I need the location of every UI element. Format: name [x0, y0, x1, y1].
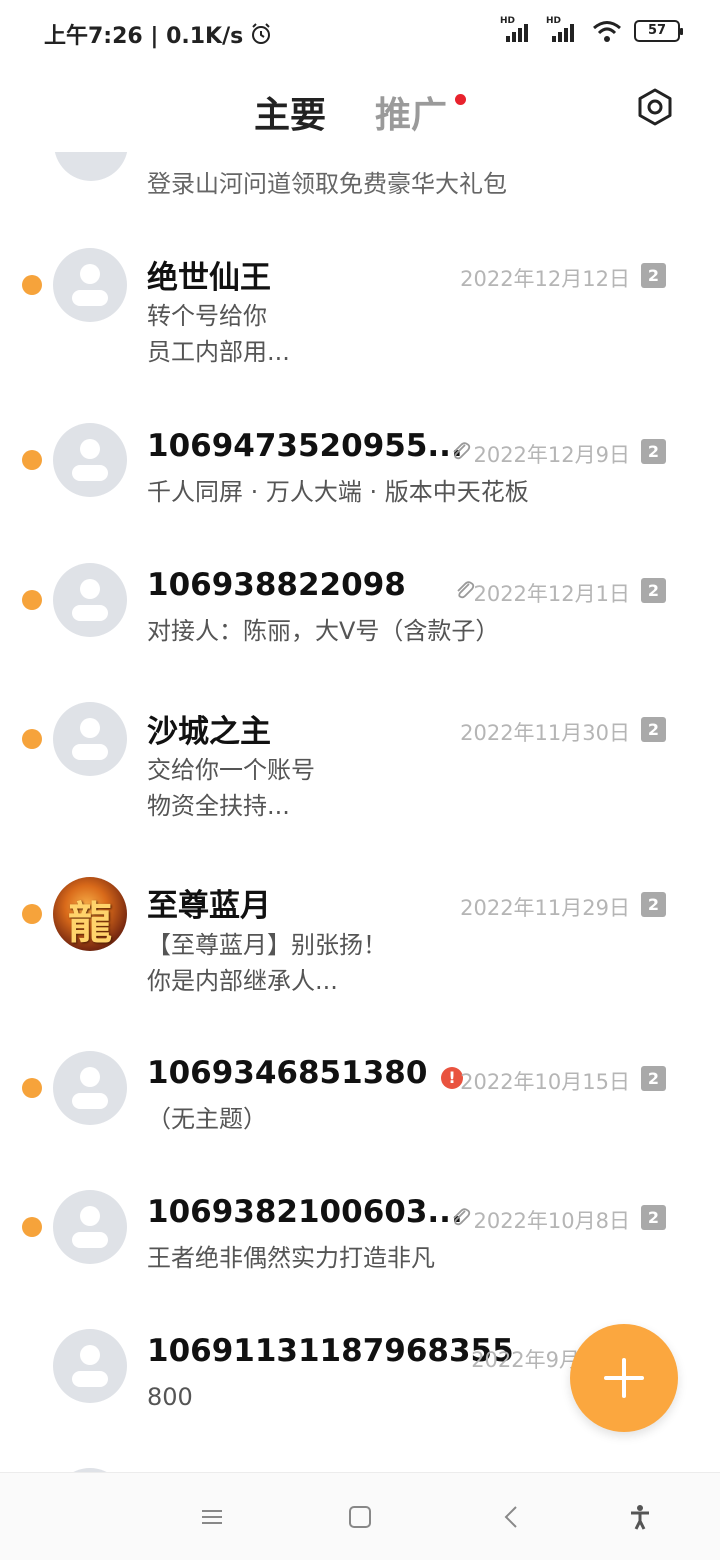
avatar — [53, 702, 127, 776]
sender-name: 10691131187968355 — [147, 1333, 514, 1369]
signal-icon: HD — [500, 16, 534, 44]
unread-dot — [22, 450, 42, 470]
message-preview: 转个号给你 — [147, 302, 267, 330]
message-preview: 交给你一个账号 — [147, 756, 315, 784]
message-preview: 员工内部用... — [147, 338, 290, 366]
alarm-icon — [252, 23, 271, 44]
home-icon[interactable] — [346, 1503, 374, 1531]
wifi-icon — [593, 21, 621, 42]
avatar — [53, 1329, 127, 1403]
menu-icon[interactable] — [198, 1503, 226, 1531]
sim-card-icon: 2 — [641, 578, 666, 603]
list-item[interactable]: 1069346851380 ! 2022年10月15日 2 （无主题） — [0, 1040, 720, 1178]
message-list[interactable]: 登录山河问道领取免费豪华大礼包 绝世仙王 2022年12月12日 2 转个号给你… — [0, 152, 720, 1472]
battery-icon: 57 — [634, 20, 683, 42]
list-item[interactable]: 沙城之主 2022年11月30日 2 交给你一个账号 物资全扶持... — [0, 692, 720, 864]
avatar — [53, 1190, 127, 1264]
tab-main[interactable]: 主要 — [254, 86, 326, 138]
message-preview: 【至尊蓝月】别张扬！ — [147, 931, 387, 959]
sender-name: 沙城之主 — [147, 714, 271, 750]
list-item[interactable]: 1069382100603... 2022年10月8日 2 王者绝非偶然实力打造… — [0, 1179, 720, 1317]
message-date: 2022年9月 — [471, 1348, 580, 1372]
sim-card-icon: 2 — [641, 1066, 666, 1091]
signal-icon: HD — [546, 16, 580, 44]
status-bar: 上午7:26 | 0.1K/s HD HD 57 — [0, 0, 720, 66]
message-date: 2022年10月8日 — [473, 1209, 630, 1233]
unread-dot — [22, 904, 42, 924]
sim-card-icon: 2 — [641, 1205, 666, 1230]
avatar — [53, 1051, 127, 1125]
unread-dot — [22, 275, 42, 295]
message-preview: 王者绝非偶然实力打造非凡 — [147, 1244, 435, 1272]
dragon-glyph: 龍 — [68, 898, 112, 949]
list-item[interactable]: 登录山河问道领取免费豪华大礼包 — [0, 152, 720, 198]
avatar — [54, 152, 128, 181]
sender-name: 1069473520955... — [147, 428, 463, 464]
sender-name: 1069382100603... — [147, 1194, 463, 1230]
status-left: 上午7:26 | 0.1K/s — [44, 18, 273, 50]
new-message-button[interactable] — [570, 1324, 678, 1432]
message-preview: 你是内部继承人... — [147, 967, 338, 995]
avatar: 龍 — [53, 877, 127, 951]
message-date: 2022年11月29日 — [460, 896, 630, 920]
sim-card-icon: 2 — [641, 439, 666, 464]
attachment-icon — [453, 442, 471, 460]
attachment-icon — [453, 1208, 471, 1226]
unread-dot — [22, 590, 42, 610]
back-icon[interactable] — [498, 1503, 526, 1531]
unread-dot — [22, 1078, 42, 1098]
status-right: HD HD 57 — [500, 16, 683, 44]
tab-promo[interactable]: 推广 — [375, 86, 447, 138]
message-date: 2022年12月12日 — [460, 267, 630, 291]
sender-name: 106938822098 — [147, 567, 406, 603]
list-item[interactable]: 106938822098 2022年12月1日 2 对接人：陈丽，大V号（含款子… — [0, 553, 720, 691]
sender-name: 1069346851380 — [147, 1055, 428, 1091]
message-preview: 800 — [147, 1383, 193, 1411]
status-time: 上午7:26 | 0.1K/s — [44, 24, 244, 49]
message-date: 2022年12月9日 — [473, 443, 630, 467]
message-preview: 千人同屏 · 万人大端 · 版本中天花板 — [147, 478, 529, 506]
settings-icon[interactable] — [636, 88, 674, 126]
sender-name: 绝世仙王 — [147, 260, 271, 296]
unread-dot — [22, 729, 42, 749]
promo-badge-dot — [455, 94, 466, 105]
avatar — [53, 423, 127, 497]
sim-card-icon: 2 — [641, 263, 666, 288]
sim-card-icon: 2 — [641, 717, 666, 742]
avatar — [53, 563, 127, 637]
avatar — [53, 248, 127, 322]
header: 主要 推广 — [0, 66, 720, 152]
accessibility-icon[interactable] — [626, 1503, 654, 1531]
sender-name: 至尊蓝月 — [147, 888, 271, 924]
message-preview: 登录山河问道领取免费豪华大礼包 — [147, 170, 507, 198]
list-item[interactable]: 龍 至尊蓝月 2022年11月29日 2 【至尊蓝月】别张扬！ 你是内部继承人.… — [0, 866, 720, 1038]
navigation-bar — [0, 1472, 720, 1560]
message-date: 2022年11月30日 — [460, 721, 630, 745]
message-preview: （无主题） — [147, 1105, 267, 1133]
message-date: 2022年12月1日 — [473, 582, 630, 606]
list-item[interactable]: 绝世仙王 2022年12月12日 2 转个号给你 员工内部用... — [0, 240, 720, 410]
message-date: 2022年10月15日 — [460, 1070, 630, 1094]
unread-dot — [22, 1217, 42, 1237]
message-preview: 对接人：陈丽，大V号（含款子） — [147, 617, 500, 645]
message-preview: 物资全扶持... — [147, 792, 290, 820]
list-item[interactable]: 1069473520955... 2022年12月9日 2 千人同屏 · 万人大… — [0, 414, 720, 552]
sim-card-icon: 2 — [641, 892, 666, 917]
